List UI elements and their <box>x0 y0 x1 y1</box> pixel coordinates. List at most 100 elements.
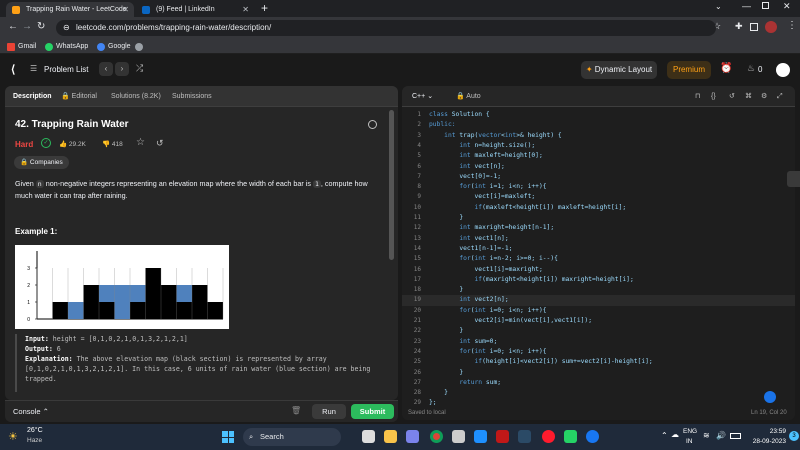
tab-search-icon[interactable]: ⌄ <box>715 2 722 11</box>
address-bar-input[interactable]: ⊖ leetcode.com/problems/trapping-rain-wa… <box>56 20 716 36</box>
description-scrollbar[interactable] <box>389 110 394 260</box>
code-line[interactable]: 24 for(int i=0; i<n; i++){ <box>402 347 795 357</box>
code-line[interactable]: 20 for(int i=0; i<n; i++){ <box>402 306 795 316</box>
volume-icon[interactable]: 🔊 <box>716 431 726 440</box>
premium-button[interactable]: Premium <box>667 61 711 79</box>
code-line[interactable]: 16 vect1[i]=maxright; <box>402 265 795 275</box>
clock-icon[interactable] <box>368 120 377 129</box>
code-line[interactable]: 4 int n=height.size(); <box>402 141 795 151</box>
bookmark-whatsapp[interactable]: WhatsApp <box>45 41 88 52</box>
sidebar-icon[interactable] <box>750 23 758 31</box>
reset-code-icon[interactable]: ↺ <box>729 86 735 107</box>
battery-icon[interactable] <box>730 433 741 439</box>
bookmark-google[interactable]: Google <box>97 41 131 52</box>
braces-icon[interactable]: {} <box>711 86 716 107</box>
tab-description[interactable]: Description <box>13 86 52 107</box>
code-line[interactable]: 13 int vect1[n]; <box>402 234 795 244</box>
dislike-button[interactable]: 👎 418 <box>102 140 123 148</box>
code-line[interactable]: 5 int maxleft=height[0]; <box>402 151 795 161</box>
prev-problem-button[interactable]: ‹ <box>99 62 113 76</box>
taskbar-search[interactable]: ⌕ Search <box>243 428 341 446</box>
code-line[interactable]: 8 for(int i=1; i<n; i++){ <box>402 182 795 192</box>
reload-icon[interactable]: ↻ <box>37 21 45 32</box>
extensions-icon[interactable]: ✚ <box>735 21 743 32</box>
back-icon[interactable]: ← <box>8 21 18 32</box>
code-line[interactable]: 29}; <box>402 398 795 408</box>
code-line[interactable]: 14 vect1[n-1]=-1; <box>402 244 795 254</box>
show-hidden-icons[interactable]: ⌃ <box>661 431 668 440</box>
delete-icon[interactable]: 🗑 <box>291 406 301 415</box>
clock-date[interactable]: 28-09-2023 <box>742 438 786 445</box>
facebook-icon[interactable] <box>586 430 599 443</box>
problem-list-link[interactable]: Problem List <box>44 65 88 74</box>
shortcuts-icon[interactable]: ⌘ <box>745 86 752 107</box>
code-line[interactable]: 12 int maxright=height[n-1]; <box>402 223 795 233</box>
app-l-icon[interactable] <box>474 430 487 443</box>
side-note-icon[interactable] <box>787 171 800 187</box>
user-avatar[interactable] <box>776 63 790 77</box>
share-link-icon[interactable]: ↺ <box>156 138 164 149</box>
browser-tab-linkedin[interactable]: (9) Feed | LinkedIn ✕ <box>136 2 254 17</box>
like-button[interactable]: 👍 29.2K <box>59 140 86 148</box>
random-problem-icon[interactable]: ⤮ <box>136 63 143 74</box>
code-area[interactable]: 1 class Solution {2 public: 3 int trap(vect… <box>402 110 795 408</box>
run-button[interactable]: Run <box>312 404 346 419</box>
close-tab-icon[interactable]: ✕ <box>242 2 249 17</box>
language-code[interactable]: ENG <box>683 428 697 435</box>
browser-tab-leetcode[interactable]: Trapping Rain Water - LeetCode ✕ <box>6 2 134 17</box>
cloud-icon[interactable]: ☁ <box>671 430 679 439</box>
auto-mode[interactable]: 🔒 Auto <box>456 86 481 107</box>
task-view-icon[interactable] <box>362 430 375 443</box>
code-line[interactable]: 6 int vect[n]; <box>402 162 795 172</box>
notification-badge[interactable]: 3 <box>789 431 799 441</box>
code-line[interactable]: 27 return sum; <box>402 378 795 388</box>
dynamic-layout-button[interactable]: ✦ Dynamic Layout <box>581 61 657 79</box>
console-toggle[interactable]: Console ⌃ <box>13 407 49 416</box>
companies-tag[interactable]: 🔒 Companies <box>14 156 69 169</box>
profile-avatar[interactable] <box>765 21 777 33</box>
code-line[interactable]: 23 int sum=0; <box>402 337 795 347</box>
tab-submissions[interactable]: Submissions <box>172 86 212 107</box>
favorite-star-icon[interactable]: ☆ <box>136 137 145 148</box>
tab-solutions[interactable]: Solutions (8.2K) <box>111 86 161 107</box>
chat-icon[interactable] <box>406 430 419 443</box>
leetcode-logo-icon[interactable]: ⟨ <box>11 63 15 76</box>
weather-icon[interactable]: ☀ <box>8 430 18 443</box>
code-line[interactable]: 7 vect[0]=-1; <box>402 172 795 182</box>
forward-icon[interactable]: → <box>22 21 32 32</box>
code-line[interactable]: 2 public: <box>402 120 795 130</box>
close-window-icon[interactable]: ✕ <box>783 1 791 12</box>
code-line[interactable]: 21 vect2[i]=min(vect[i],vect1[i]); <box>402 316 795 326</box>
chrome-menu-icon[interactable]: ⋮ <box>787 20 797 31</box>
site-info-icon[interactable]: ⊖ <box>63 20 70 36</box>
chrome-icon[interactable] <box>430 430 443 443</box>
code-line[interactable]: 25 if(height[i]<vect2[i]) sum+=vect2[i]-… <box>402 357 795 367</box>
opera-icon[interactable] <box>542 430 555 443</box>
bookmark-gmail[interactable]: Gmail <box>7 41 36 52</box>
submit-button[interactable]: Submit <box>351 404 394 419</box>
maximize-window-icon[interactable] <box>762 2 769 9</box>
fullscreen-icon[interactable]: ⤢ <box>777 86 783 107</box>
code-line[interactable]: 3 int trap(vector<int>& height) { <box>402 131 795 141</box>
code-line[interactable]: 17 if(maxright<height[i]) maxright=heigh… <box>402 275 795 285</box>
start-windows-icon[interactable] <box>222 431 234 443</box>
new-tab-button[interactable]: + <box>261 1 268 15</box>
tab-editorial[interactable]: 🔒 Editorial <box>61 86 97 107</box>
code-line[interactable]: 19 int vect2[n]; <box>402 295 795 306</box>
bookmark-code-icon[interactable]: ⊓ <box>695 86 700 107</box>
minimize-window-icon[interactable]: — <box>742 1 751 11</box>
code-line[interactable]: 9 vect[i]=maxleft; <box>402 192 795 202</box>
code-line[interactable]: 1 class Solution { <box>402 110 795 120</box>
file-explorer-icon[interactable] <box>384 430 397 443</box>
wifi-icon[interactable]: ≋ <box>703 431 710 440</box>
clock-time[interactable]: 23:59 <box>752 428 786 435</box>
store-icon[interactable] <box>452 430 465 443</box>
mcafee-icon[interactable] <box>496 430 509 443</box>
code-line[interactable]: 28 } <box>402 388 795 398</box>
next-problem-button[interactable]: › <box>115 62 129 76</box>
code-line[interactable]: 22 } <box>402 326 795 336</box>
code-line[interactable]: 26 } <box>402 368 795 378</box>
code-line[interactable]: 10 if(maxleft<height[i]) maxleft=height[… <box>402 203 795 213</box>
timer-icon[interactable]: ⏰ <box>720 63 732 74</box>
code-line[interactable]: 11 } <box>402 213 795 223</box>
